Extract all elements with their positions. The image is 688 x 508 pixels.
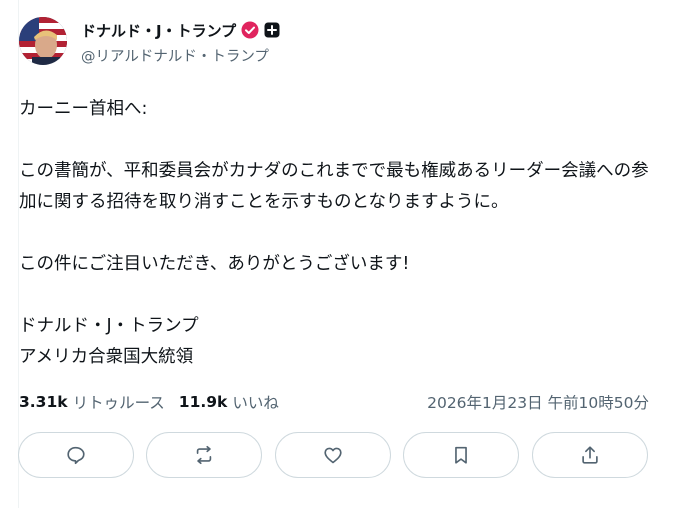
repost-icon bbox=[196, 445, 212, 465]
body-line: アメリカ合衆国大統領 bbox=[19, 347, 194, 367]
body-line: この件にご注目いただき、ありがとうございます! bbox=[19, 254, 410, 274]
plus-badge-icon bbox=[264, 22, 280, 38]
avatar[interactable] bbox=[19, 17, 67, 65]
likes-count[interactable]: 11.9k bbox=[179, 393, 228, 411]
share-button[interactable] bbox=[532, 432, 648, 478]
verified-icon bbox=[241, 21, 259, 39]
reply-button[interactable] bbox=[18, 432, 134, 478]
body-line: この書簡が、平和委員会がカナダのこれまでで最も権威あるリーダー会議への参 bbox=[19, 161, 649, 181]
body-line: 加に関する招待を取り消すことを示すものとなりますように。 bbox=[19, 192, 509, 212]
author-handle[interactable]: @リアルドナルド・トランプ bbox=[81, 45, 269, 66]
post-body: カーニー首相へ: この書簡が、平和委員会がカナダのこれまでで最も権威あるリーダー… bbox=[19, 94, 659, 373]
body-line: ドナルド・J・トランプ bbox=[19, 316, 199, 336]
post-timestamp[interactable]: 2026年1月23日 午前10時50分 bbox=[427, 391, 649, 413]
post-stats: 3.31k リトゥルース 11.9k いいね 2026年1月23日 午前10時5… bbox=[19, 387, 649, 417]
like-button[interactable] bbox=[275, 432, 391, 478]
action-bar bbox=[18, 432, 650, 480]
reposts-label[interactable]: リトゥルース bbox=[73, 391, 165, 413]
like-icon bbox=[324, 447, 342, 464]
repost-button[interactable] bbox=[146, 432, 262, 478]
bookmark-button[interactable] bbox=[403, 432, 519, 478]
reply-icon bbox=[67, 446, 85, 465]
likes-label[interactable]: いいね bbox=[232, 391, 279, 413]
bookmark-icon bbox=[455, 446, 467, 464]
reposts-count[interactable]: 3.31k bbox=[19, 393, 68, 411]
author-name[interactable]: ドナルド・J・トランプ bbox=[81, 20, 236, 41]
share-icon bbox=[582, 446, 598, 464]
avatar-image bbox=[19, 17, 67, 65]
body-line: カーニー首相へ: bbox=[19, 99, 148, 119]
